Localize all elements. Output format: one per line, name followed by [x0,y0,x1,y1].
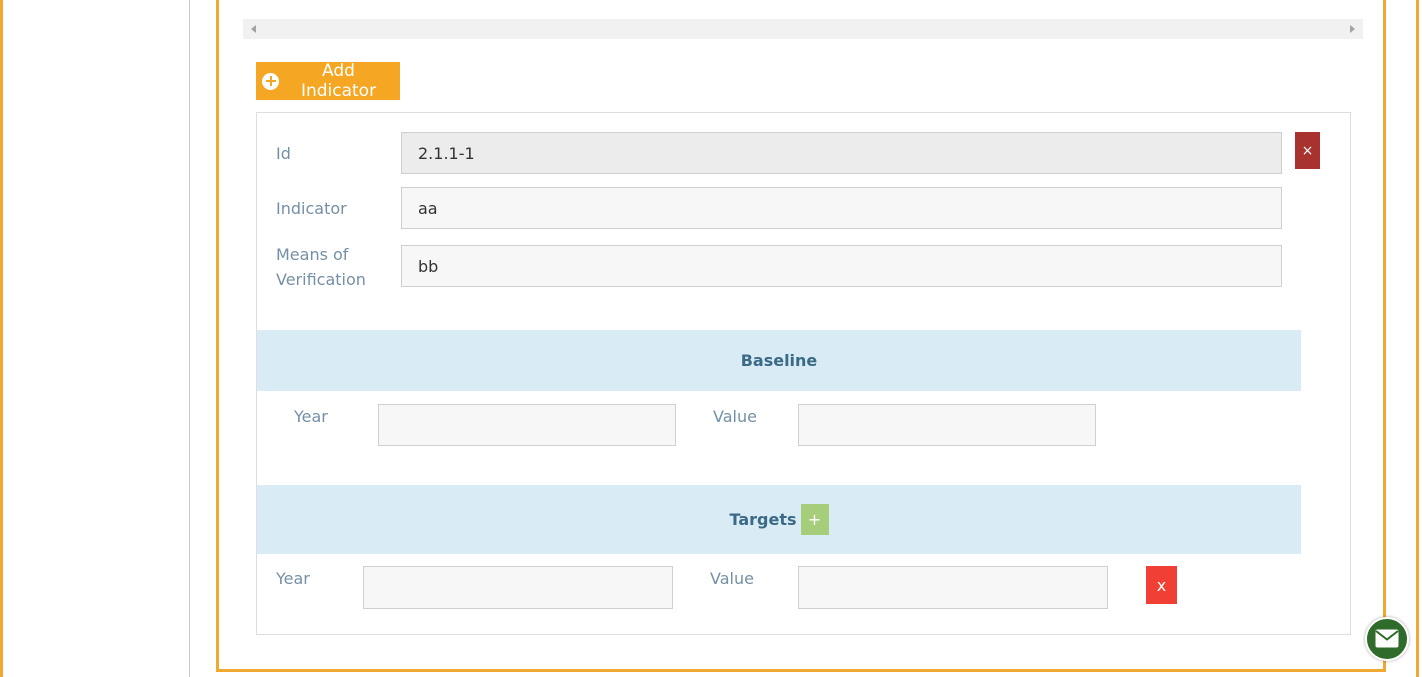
targets-title: Targets [729,510,797,529]
baseline-year-field[interactable] [378,404,676,446]
contact-mail-button[interactable] [1365,617,1409,661]
indicator-label: Indicator [276,199,347,218]
targets-header: Targets + [257,485,1301,554]
remove-target-button[interactable]: x [1146,566,1177,604]
target-value-label: Value [710,569,754,588]
page-border-right [1416,0,1419,677]
baseline-value-field[interactable] [798,404,1096,446]
target-year-label: Year [276,569,310,588]
add-target-button[interactable]: + [800,504,829,535]
id-field[interactable] [401,132,1282,174]
add-indicator-button[interactable]: Add Indicator [256,61,400,101]
baseline-value-label: Value [713,407,757,426]
envelope-icon [1375,629,1399,648]
means-of-verification-field[interactable] [401,245,1282,287]
baseline-header: Baseline [257,330,1301,391]
add-indicator-label: Add Indicator [300,61,377,101]
plus-circle-icon [262,72,279,90]
page-border-left [0,0,3,677]
means-label-line1: Means of [276,245,349,264]
sidebar-divider [189,0,190,677]
means-label-line2: Verification [276,270,366,289]
baseline-title: Baseline [740,351,818,370]
target-year-field[interactable] [363,566,673,609]
remove-indicator-button[interactable]: × [1295,132,1320,169]
arrow-right-icon[interactable] [1350,25,1355,33]
target-value-field[interactable] [798,566,1108,609]
id-label: Id [276,144,291,163]
horizontal-scrollbar[interactable] [243,19,1363,39]
indicator-field[interactable] [401,187,1282,229]
baseline-year-label: Year [294,407,328,426]
arrow-left-icon[interactable] [251,25,256,33]
